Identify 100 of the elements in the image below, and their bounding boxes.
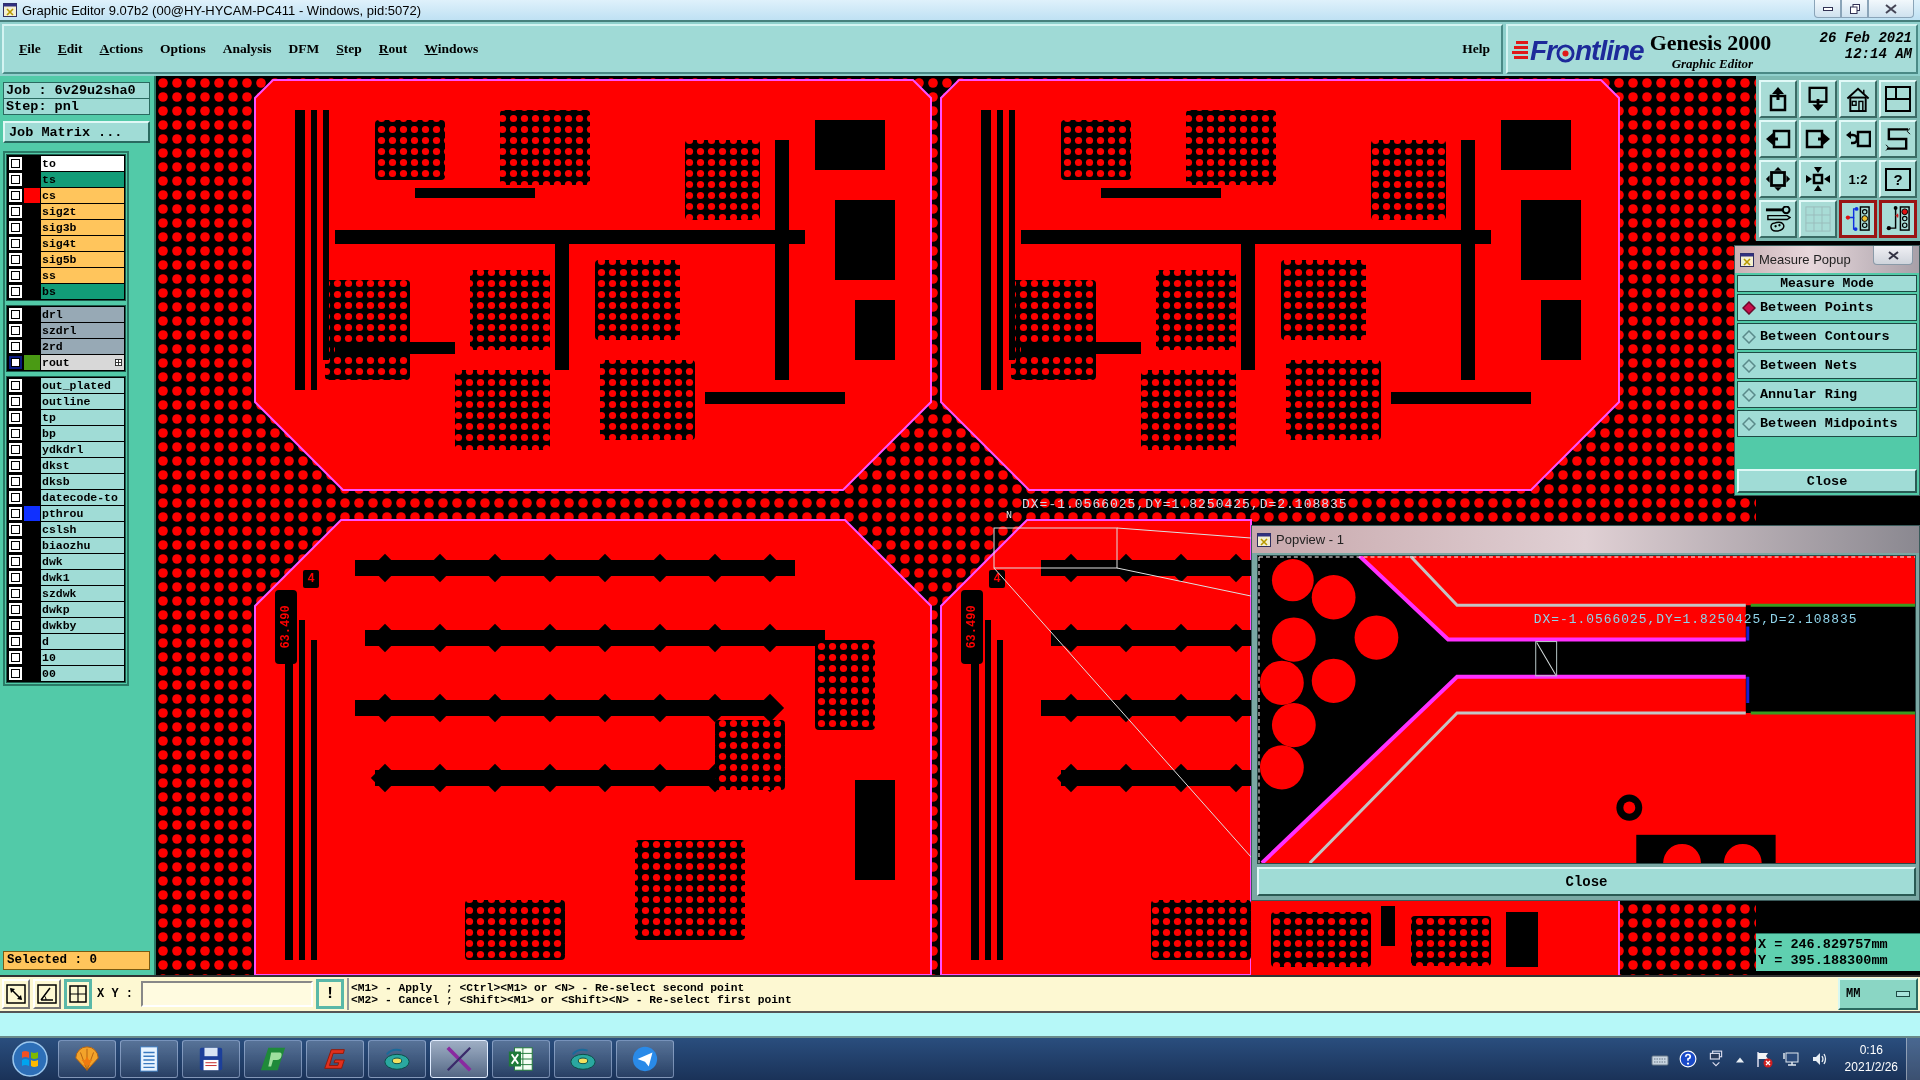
cross-logo-icon [445, 1045, 473, 1073]
popup-title: Measure Popup [1759, 252, 1851, 267]
layer-name[interactable]: szdrl [41, 323, 124, 338]
layer-name[interactable]: sig3b [41, 220, 124, 235]
help-icon[interactable] [1678, 1050, 1697, 1068]
board-tag: 4 [989, 570, 1005, 588]
layer-name[interactable]: 10 [41, 650, 124, 665]
layer-checkbox[interactable] [9, 356, 22, 369]
taskbar-button[interactable] [120, 1040, 178, 1078]
toolbar-button[interactable]: ? [1879, 160, 1917, 198]
circuit-icon [1885, 206, 1911, 232]
app-window-icon [1257, 532, 1271, 547]
spreadsheet-icon [507, 1045, 535, 1073]
close-button[interactable]: Close [1257, 867, 1916, 896]
board-label: 63.490 [961, 590, 983, 664]
layer-name[interactable]: ydkdrl [41, 442, 124, 457]
layer-name[interactable]: pthrou [41, 506, 124, 521]
caret-up-icon[interactable] [1734, 1055, 1745, 1063]
taskbar-button[interactable] [182, 1040, 240, 1078]
product-subtitle: Graphic Editor [1671, 56, 1754, 72]
layer-name[interactable]: to [41, 156, 124, 171]
layer-name[interactable]: cslsh [41, 522, 124, 537]
radio-option[interactable]: Between Nets [1737, 352, 1917, 379]
taskbar-button[interactable] [492, 1040, 550, 1078]
toolbar-button[interactable] [1839, 200, 1877, 238]
network-icon[interactable] [1782, 1050, 1801, 1068]
layer-name[interactable]: dksb [41, 474, 124, 489]
layer-name[interactable]: dwk1 [41, 570, 124, 585]
units-dropdown[interactable]: MM [1838, 978, 1918, 1010]
layer-name[interactable]: out_plated [41, 378, 124, 393]
paper-plane-icon [631, 1045, 659, 1073]
toolbar-button[interactable]: 1:2 [1839, 160, 1877, 198]
taskbar-button[interactable] [616, 1040, 674, 1078]
layer-name[interactable]: dwkp [41, 602, 124, 617]
layer-name[interactable]: tp [41, 410, 124, 425]
menu-item[interactable]: Analysis [221, 39, 273, 59]
coordinate-input[interactable] [141, 981, 313, 1007]
close-button[interactable]: Close [1737, 469, 1917, 493]
measurement-readout: DX=-1.0566025,DY=1.8250425,D=2.108835 [1022, 497, 1348, 512]
seashell-icon [73, 1045, 101, 1073]
home-icon [1845, 86, 1871, 112]
taskbar-button[interactable] [244, 1040, 302, 1078]
layer-name[interactable]: sig5b [41, 252, 124, 267]
close-button[interactable] [1873, 246, 1913, 265]
window-layout-icon [1885, 86, 1911, 112]
slanted-tile-icon [259, 1045, 287, 1073]
toolbar-button[interactable] [1879, 200, 1917, 238]
taskbar-button[interactable] [58, 1040, 116, 1078]
popview-title: Popview - 1 [1276, 532, 1344, 547]
layer-name[interactable]: ts [41, 172, 124, 187]
close-button[interactable] [1868, 0, 1914, 18]
menu-item[interactable]: Edit [56, 39, 84, 59]
target-icon [1556, 43, 1575, 63]
show-desktop-button[interactable] [1906, 1038, 1920, 1080]
layer-name[interactable]: 2rd [41, 339, 124, 354]
layer-name[interactable]: ss [41, 268, 124, 283]
job-matrix-button[interactable]: Job Matrix ... [3, 121, 150, 143]
menu-item[interactable]: Windows [423, 39, 480, 59]
restore-button[interactable] [1841, 0, 1868, 18]
tool-button[interactable] [64, 979, 92, 1009]
layer-name[interactable]: rout [41, 355, 124, 370]
logo-text: ntline [1575, 36, 1644, 66]
radio-option[interactable]: Between Midpoints [1737, 410, 1917, 437]
layer-name[interactable]: dwkby [41, 618, 124, 633]
menu-item[interactable]: Rout [377, 39, 409, 59]
layer-name[interactable]: cs [41, 188, 124, 203]
job-name: Job : 6v29u2sha0 [4, 83, 149, 99]
point-marker: N [1006, 510, 1012, 521]
layer-name[interactable]: outline [41, 394, 124, 409]
layer-name[interactable]: sig4t [41, 236, 124, 251]
layer-name[interactable]: d [41, 634, 124, 649]
circuit-icon [1845, 206, 1871, 232]
layer-name[interactable]: bs [41, 284, 124, 299]
layer-name[interactable]: sig2t [41, 204, 124, 219]
minimize-button[interactable] [1814, 0, 1841, 18]
radio-option[interactable]: Annular Ring [1737, 381, 1917, 408]
radio-option[interactable]: Between Points [1737, 294, 1917, 321]
flag-icon[interactable] [1754, 1050, 1773, 1068]
menu-item[interactable]: DFM [287, 39, 321, 59]
layer-name[interactable]: biaozhu [41, 538, 124, 553]
expand-arrows-icon [1765, 166, 1791, 192]
menu-item[interactable]: Step [335, 39, 363, 59]
radio-option[interactable]: Between Contours [1737, 323, 1917, 350]
menu-item[interactable]: Actions [98, 39, 145, 59]
layer-name[interactable]: 00 [41, 666, 124, 681]
menu-item[interactable]: Options [159, 39, 207, 59]
four-pane-flag-icon [12, 1041, 48, 1077]
layer-name[interactable]: drl [41, 307, 124, 322]
alert-button[interactable]: ! [316, 979, 344, 1009]
help-menu[interactable]: Help [1461, 39, 1491, 59]
layer-name[interactable]: bp [41, 426, 124, 441]
restore-icon [1849, 3, 1860, 14]
layer-name[interactable]: szdwk [41, 586, 124, 601]
layer-name[interactable]: dkst [41, 458, 124, 473]
menu-item[interactable]: File [18, 39, 42, 59]
layer-name[interactable]: dwk [41, 554, 124, 569]
app-window-icon [3, 3, 17, 17]
taskbar-button[interactable] [430, 1040, 488, 1078]
layer-name[interactable]: datecode-to [41, 490, 124, 505]
coordinate-readout: X = 246.829757mm [1758, 936, 1889, 953]
